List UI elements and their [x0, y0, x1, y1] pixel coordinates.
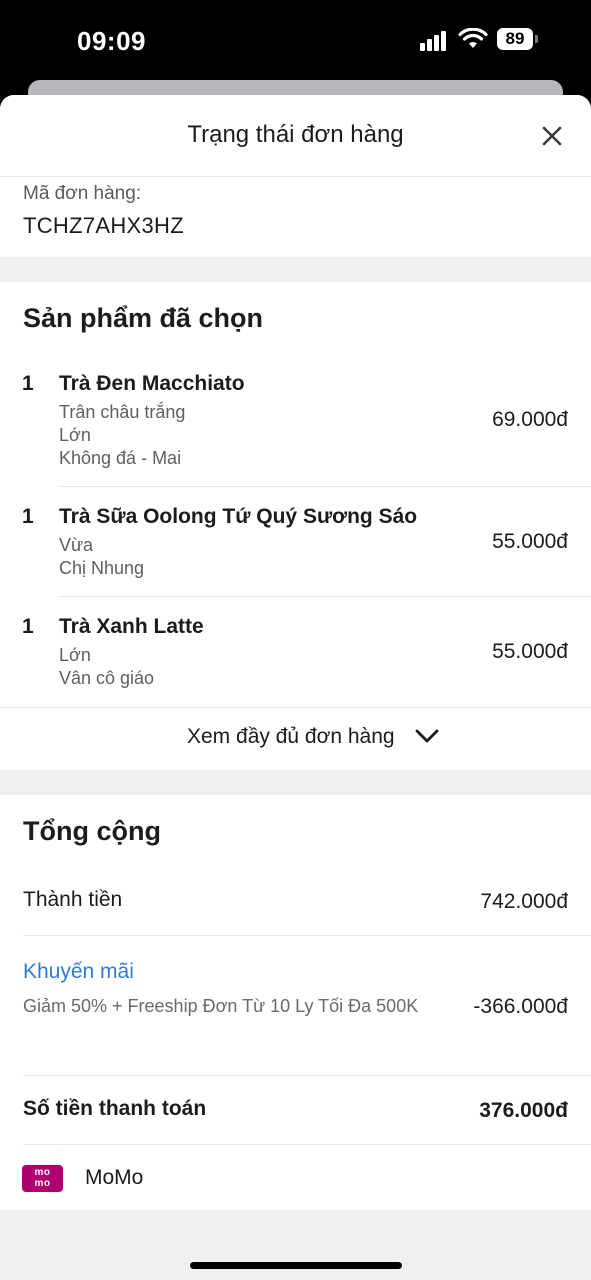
item-option: Vân cô giáo [59, 668, 155, 688]
item-quantity: 1 [22, 372, 34, 395]
subtotal-label: Thành tiền [23, 888, 123, 911]
order-code-label: Mã đơn hàng: [23, 183, 142, 204]
momo-logo-text-bottom: mo [34, 1178, 51, 1189]
item-option: Trân châu trắng [59, 402, 186, 422]
item-name: Trà Xanh Latte [59, 615, 204, 638]
status-time: 09:09 [77, 26, 146, 56]
order-code-value: TCHZ7AHX3HZ [23, 213, 184, 238]
sheet-header: Trạng thái đơn hàng [0, 95, 591, 177]
item-option: Vừa [59, 535, 94, 555]
page-title: Trạng thái đơn hàng [187, 121, 404, 148]
order-code-card: Mã đơn hàng: TCHZ7AHX3HZ [0, 177, 591, 257]
payable-value: 376.000đ [479, 1099, 568, 1122]
item-option: Không đá - Mai [59, 448, 182, 468]
close-icon[interactable] [533, 117, 571, 155]
totals-card: Tổng cộng Thành tiền 742.000đ Khuyến mãi… [0, 795, 591, 1210]
subtotal-value: 742.000đ [480, 890, 568, 913]
wifi-icon [458, 28, 488, 48]
item-divider [59, 596, 591, 597]
item-option: Chị Nhung [59, 558, 145, 578]
item-quantity: 1 [22, 505, 34, 528]
item-price: 55.000đ [492, 640, 568, 663]
cellular-signal-icon [420, 31, 446, 51]
order-status-sheet: Trạng thái đơn hàng Mã đơn hàng: TCHZ7AH… [0, 95, 591, 1280]
item-name: Trà Đen Macchiato [59, 372, 245, 395]
view-full-order-button[interactable]: Xem đầy đủ đơn hàng [0, 707, 591, 771]
selected-products-card: Sản phẩm đã chọn 1 Trà Đen Macchiato Trâ… [0, 282, 591, 770]
item-price: 55.000đ [492, 530, 568, 553]
payable-label: Số tiền thanh toán [23, 1097, 207, 1120]
item-option: Lớn [59, 425, 91, 445]
item-price: 69.000đ [492, 408, 568, 431]
row-divider [23, 935, 591, 936]
battery-icon: 89 [497, 28, 533, 50]
view-full-order-label: Xem đầy đủ đơn hàng [187, 725, 395, 748]
row-divider [23, 1075, 591, 1076]
status-bar: 09:09 89 [0, 0, 591, 80]
totals-title: Tổng cộng [23, 816, 161, 846]
promotion-description: Giảm 50% + Freeship Đơn Từ 10 Ly Tối Đa … [23, 996, 419, 1016]
promotion-link[interactable]: Khuyến mãi [23, 960, 134, 984]
battery-tip [535, 35, 538, 43]
item-name: Trà Sữa Oolong Tứ Quý Sương Sáo [59, 505, 418, 528]
products-title: Sản phẩm đã chọn [23, 303, 264, 333]
payment-method-label: MoMo [85, 1166, 144, 1189]
momo-logo: mo mo [22, 1165, 63, 1192]
item-divider [59, 486, 591, 487]
chevron-down-icon [415, 729, 439, 743]
row-divider [23, 1144, 591, 1145]
promotion-value: -366.000đ [473, 995, 568, 1018]
battery-level: 89 [505, 29, 525, 48]
momo-logo-text-top: mo [34, 1167, 51, 1178]
item-option: Lớn [59, 645, 91, 665]
item-quantity: 1 [22, 615, 34, 638]
home-indicator[interactable] [190, 1262, 402, 1269]
